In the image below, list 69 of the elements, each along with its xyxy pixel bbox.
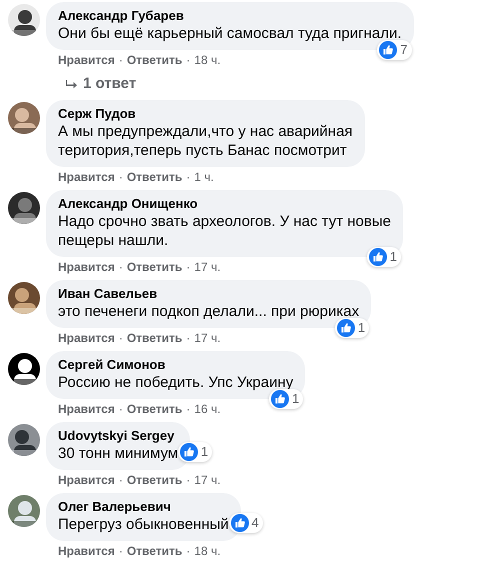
reaction-count: 1 <box>292 391 300 407</box>
thumbs-up-icon <box>180 443 198 461</box>
reaction-badge[interactable]: 4 <box>228 513 263 533</box>
comment-time: 17 ч. <box>194 473 221 487</box>
reaction-count: 7 <box>400 42 408 58</box>
separator-dot: · <box>118 544 123 558</box>
comment-text: Надо срочно звать археологов. У нас тут новые пещеры нашли. <box>58 212 391 250</box>
comment-text: А мы предупреждали,что у нас аварийная територия,теперь пусть Банас посмотрит <box>58 122 353 160</box>
separator-dot: · <box>186 402 190 416</box>
reply-link[interactable]: Ответить <box>126 53 182 67</box>
thumbs-up-icon <box>336 319 355 337</box>
thumbs-up-icon <box>271 390 290 408</box>
reply-link[interactable]: Ответить <box>126 170 182 184</box>
author-name[interactable]: Udovytskyi Sergey <box>58 428 178 444</box>
reply-arrow-icon <box>66 80 77 88</box>
reaction-badge[interactable]: 1 <box>178 442 212 462</box>
author-name[interactable]: Сергей Симонов <box>58 357 294 373</box>
reaction-count: 1 <box>390 249 397 265</box>
separator-dot: · <box>186 53 190 67</box>
reaction-count: 1 <box>200 444 208 460</box>
like-link[interactable]: Нравится <box>58 170 115 184</box>
comment-text: Перегруз обыкновенный <box>58 515 229 534</box>
reaction-count: 1 <box>358 320 366 336</box>
separator-dot: · <box>186 260 190 274</box>
comment-text: Они бы ещё карьерный самосвал туда пригнали. <box>58 24 402 43</box>
reply-link[interactable]: Ответить <box>126 402 182 416</box>
author-name[interactable]: Олег Валерьевич <box>58 499 229 515</box>
author-name[interactable]: Иван Савельев <box>58 286 360 302</box>
thumbs-up-icon <box>379 41 398 59</box>
separator-dot: · <box>186 544 190 558</box>
reaction-badge[interactable]: 1 <box>269 389 304 409</box>
separator-dot: · <box>118 260 123 274</box>
reply-link[interactable]: Ответить <box>126 331 182 345</box>
reaction-badge[interactable]: 7 <box>377 40 412 60</box>
like-link[interactable]: Нравится <box>58 473 115 487</box>
reply-link[interactable]: Ответить <box>126 473 182 487</box>
comment-time: 17 ч. <box>194 331 221 345</box>
separator-dot: · <box>118 331 123 345</box>
comment-text: это печенеги подкоп делали... при рюриках <box>58 302 360 321</box>
like-link[interactable]: Нравится <box>58 331 115 345</box>
thumbs-up-icon <box>368 248 387 266</box>
separator-dot: · <box>118 473 123 487</box>
separator-dot: · <box>118 402 123 416</box>
separator-dot: · <box>118 170 123 184</box>
comment-time: 16 ч. <box>194 402 221 416</box>
like-link[interactable]: Нравится <box>58 402 115 416</box>
author-name[interactable]: Александр Губарев <box>58 8 402 24</box>
separator-dot: · <box>118 53 123 67</box>
reaction-badge[interactable]: 1 <box>366 247 401 267</box>
replies-link[interactable]: 1 ответ <box>83 74 136 94</box>
author-name[interactable]: Серж Пудов <box>58 106 353 122</box>
reply-link[interactable]: Ответить <box>126 260 182 274</box>
comment-text: Россию не победить. Упс Украину <box>58 373 294 392</box>
comment-time: 17 ч. <box>194 260 221 274</box>
comment-time: 18 ч. <box>194 544 221 558</box>
separator-dot: · <box>186 473 190 487</box>
comment-time: 18 ч. <box>194 53 221 67</box>
like-link[interactable]: Нравится <box>58 260 115 274</box>
comment-text: 30 тонн минимум <box>58 444 178 463</box>
reaction-count: 4 <box>252 515 259 531</box>
author-name[interactable]: Александр Онищенко <box>58 196 391 212</box>
comment-time: 1 ч. <box>194 170 214 184</box>
like-link[interactable]: Нравится <box>58 544 115 558</box>
separator-dot: · <box>186 170 190 184</box>
thumbs-up-icon <box>230 514 249 532</box>
separator-dot: · <box>186 331 190 345</box>
reply-link[interactable]: Ответить <box>126 544 182 558</box>
like-link[interactable]: Нравится <box>58 53 115 67</box>
reaction-badge[interactable]: 1 <box>334 318 370 338</box>
